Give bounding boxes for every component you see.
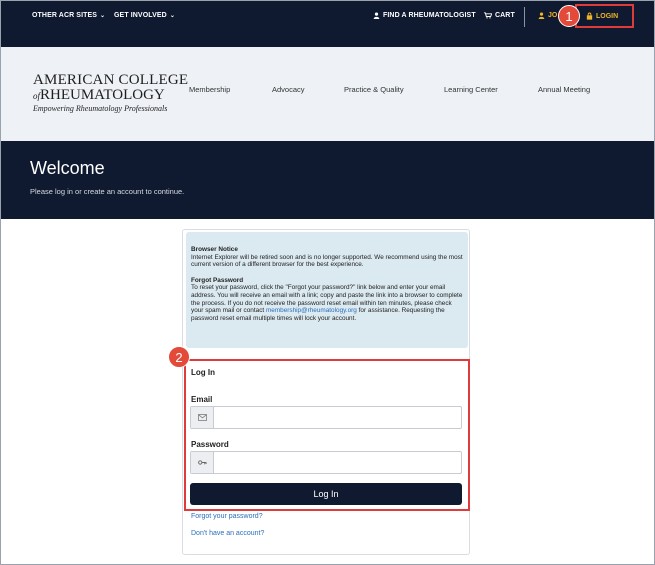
envelope-icon — [191, 407, 214, 428]
password-field — [190, 451, 462, 474]
cart-label: CART — [495, 12, 515, 19]
key-icon — [191, 452, 214, 473]
logo-rheumatology: RHEUMATOLOGY — [40, 87, 165, 103]
nav-annual-meeting[interactable]: Annual Meeting — [538, 85, 590, 94]
login-submit-button[interactable]: Log In — [190, 483, 462, 505]
email-label: Email — [191, 395, 213, 404]
acr-logo[interactable]: AMERICAN COLLEGE ofRHEUMATOLOGY Empoweri… — [33, 73, 188, 114]
forgot-password-text: To reset your password, click the "Forgo… — [191, 284, 463, 322]
top-utility-bar: OTHER ACR SITES ⌄ GET INVOLVED ⌄ FIND A … — [1, 1, 654, 47]
find-rheumatologist-label: FIND A RHEUMATOLOGIST — [383, 12, 476, 19]
callout-badge-2: 2 — [168, 346, 190, 368]
password-input[interactable] — [214, 452, 461, 473]
other-acr-sites-label: OTHER ACR SITES — [32, 12, 98, 19]
get-involved-label: GET INVOLVED — [114, 12, 167, 19]
cart-icon — [484, 12, 492, 19]
join-label: JO — [548, 12, 558, 19]
nav-membership[interactable]: Membership — [189, 85, 230, 94]
site-header: AMERICAN COLLEGE ofRHEUMATOLOGY Empoweri… — [1, 47, 654, 141]
membership-email-link[interactable]: membership@rheumatology.org — [266, 307, 357, 314]
nav-practice-quality[interactable]: Practice & Quality — [344, 85, 404, 94]
email-field — [190, 406, 462, 429]
callout-box-1 — [575, 4, 634, 28]
browser-notice-title: Browser Notice — [191, 246, 238, 253]
other-acr-sites-menu[interactable]: OTHER ACR SITES ⌄ — [32, 12, 105, 19]
login-form-title: Log In — [191, 368, 215, 377]
callout-badge-1: 1 — [558, 5, 580, 27]
page-title: Welcome — [30, 158, 105, 178]
user-icon — [538, 12, 545, 19]
forgot-password-title: Forgot Password — [191, 276, 244, 284]
cart-link[interactable]: CART — [484, 12, 515, 19]
nav-advocacy[interactable]: Advocacy — [272, 85, 305, 94]
find-rheumatologist-link[interactable]: FIND A RHEUMATOLOGIST — [373, 12, 476, 19]
logo-line-2: ofRHEUMATOLOGY — [33, 88, 188, 104]
logo-tagline: Empowering Rheumatology Professionals — [33, 104, 168, 113]
forgot-password-link[interactable]: Forgot your password? — [191, 513, 263, 520]
user-icon — [373, 12, 380, 19]
email-input[interactable] — [214, 407, 461, 428]
create-account-link[interactable]: Don't have an account? — [191, 530, 264, 537]
logo-of: of — [33, 91, 41, 101]
browser-notice-text: Internet Explorer will be retired soon a… — [191, 253, 463, 269]
welcome-banner: Welcome Please log in or create an accou… — [1, 141, 654, 219]
page-subtitle: Please log in or create an account to co… — [30, 187, 185, 196]
join-link[interactable]: JO — [538, 12, 557, 19]
logo-line-1: AMERICAN COLLEGE — [33, 72, 189, 88]
notice-panel: Browser Notice Internet Explorer will be… — [186, 232, 468, 348]
chevron-down-icon: ⌄ — [169, 13, 175, 19]
get-involved-menu[interactable]: GET INVOLVED ⌄ — [114, 12, 175, 19]
nav-learning-center[interactable]: Learning Center — [444, 85, 498, 94]
password-label: Password — [191, 440, 229, 449]
chevron-down-icon: ⌄ — [100, 13, 106, 19]
topbar-divider — [524, 7, 525, 27]
